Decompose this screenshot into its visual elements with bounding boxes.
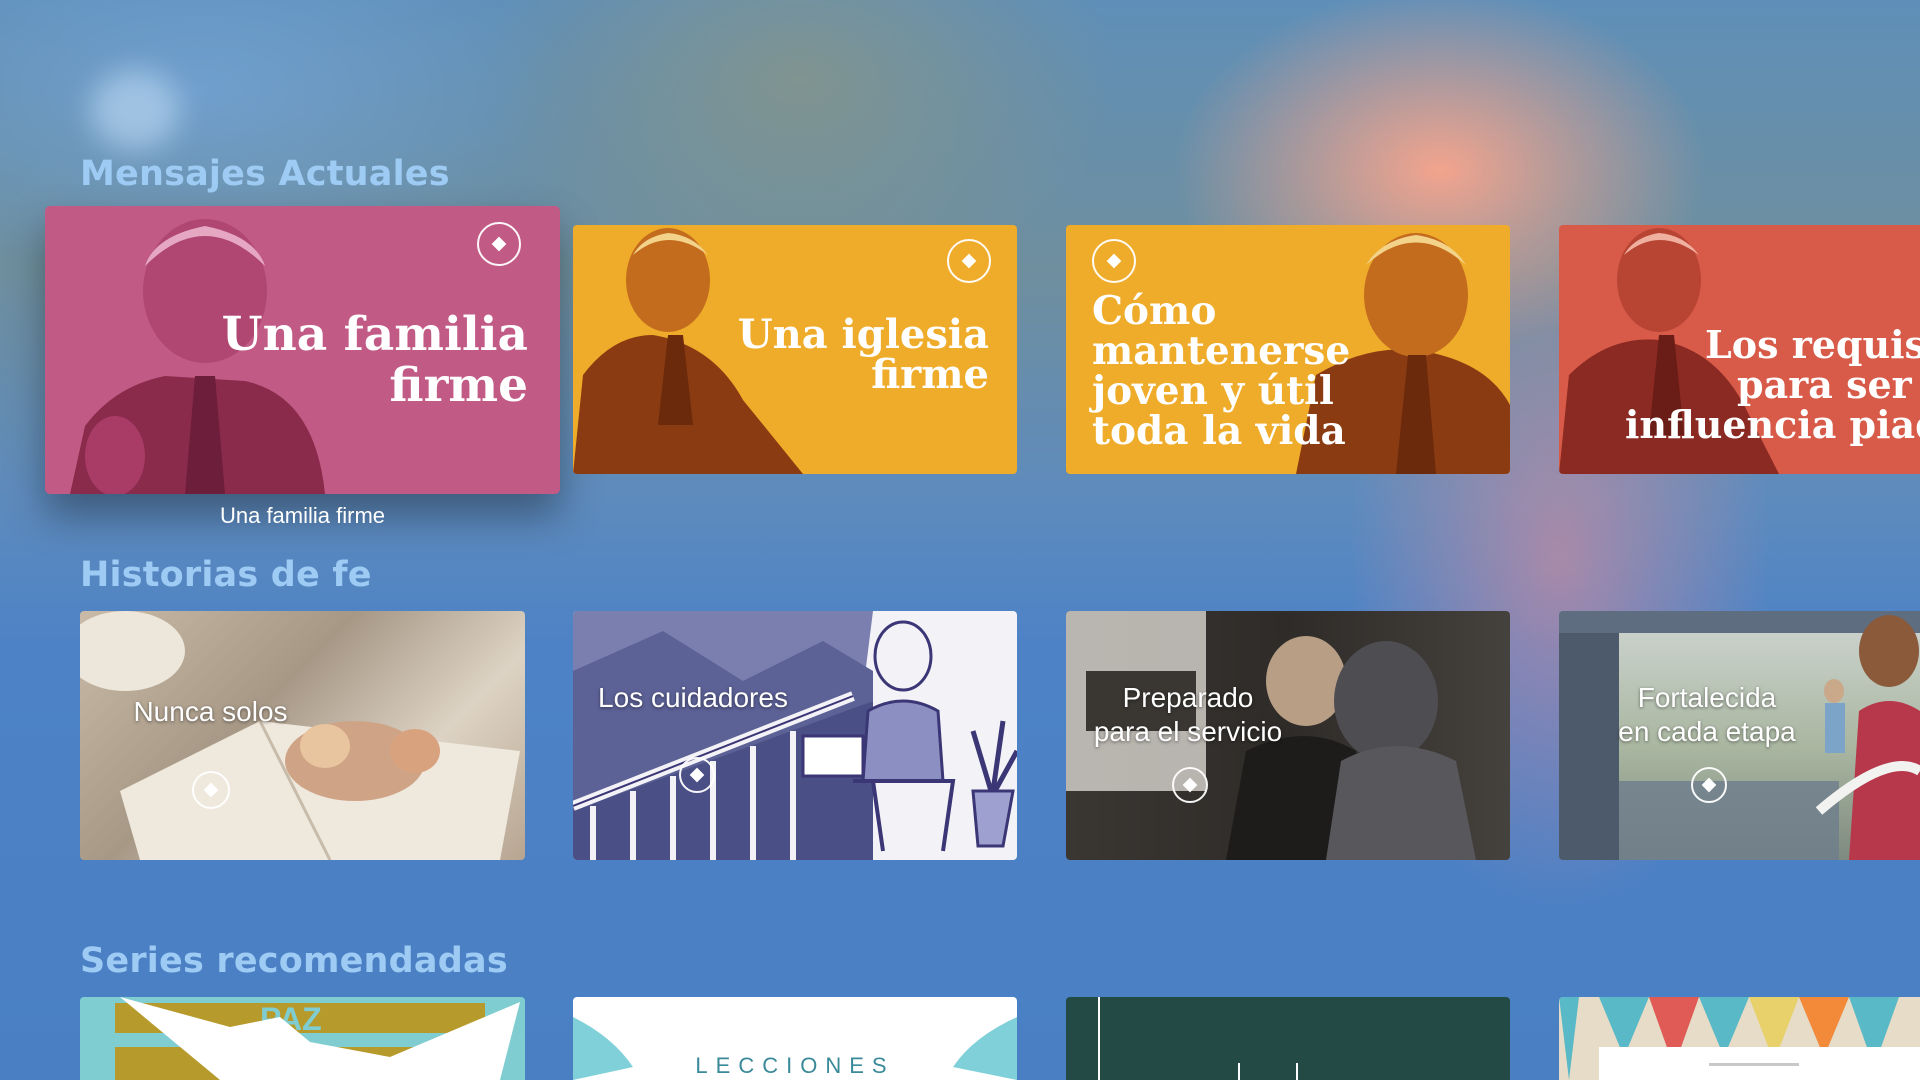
tile-hero-title: Una iglesia firme xyxy=(737,311,989,398)
section-title-historias-de-fe: Historias de fe xyxy=(80,555,372,595)
story-tile-preparado-para-el-servicio[interactable]: Preparado para el servicio xyxy=(1066,611,1510,860)
series-line xyxy=(1296,1063,1298,1080)
story-title: Los cuidadores xyxy=(598,682,788,713)
series-tile-4[interactable] xyxy=(1559,997,1920,1080)
tile-hero-title: Una familia firme xyxy=(221,307,528,413)
tile-hero-title: Los requisi para ser u influencia piado xyxy=(1625,322,1920,447)
series-tile-paz[interactable]: PAZ xyxy=(80,997,525,1080)
bible-image xyxy=(80,611,520,860)
series-line xyxy=(1238,1063,1240,1080)
tile-hero-title: Cómo mantenerse joven y útil toda la vid… xyxy=(1092,288,1351,455)
story-title: Nunca solos xyxy=(133,696,288,727)
message-tile-una-iglesia-firme[interactable]: Una iglesia firme xyxy=(573,225,1017,474)
series-tile-lecciones[interactable]: LECCIONES xyxy=(573,997,1017,1080)
dove-logo-icon xyxy=(192,771,230,809)
message-tile-como-mantenerse-joven[interactable]: Cómo mantenerse joven y útil toda la vid… xyxy=(1066,225,1510,474)
story-title: Fortalecida en cada etapa xyxy=(1618,682,1796,747)
series-tile-3[interactable] xyxy=(1066,997,1510,1080)
dove-logo-icon xyxy=(1092,239,1136,283)
section-title-series-recomendadas: Series recomendadas xyxy=(80,941,508,981)
story-tile-fortalecida-en-cada-etapa[interactable]: Fortalecida en cada etapa xyxy=(1559,611,1920,860)
message-tile-una-familia-firme[interactable]: Una familia firme xyxy=(45,206,560,494)
dove-logo-icon xyxy=(1172,767,1208,803)
series-title: LECCIONES xyxy=(695,1053,895,1078)
dove-logo-icon xyxy=(1691,767,1727,803)
illustration-image xyxy=(573,611,1017,860)
story-title: Preparado para el servicio xyxy=(1093,682,1283,747)
dove-image xyxy=(120,997,520,1080)
section-title-mensajes-actuales: Mensajes Actuales xyxy=(80,154,450,194)
story-tile-los-cuidadores[interactable]: Los cuidadores xyxy=(573,611,1017,860)
series-line xyxy=(1098,997,1100,1080)
dove-logo-icon xyxy=(947,239,991,283)
dove-logo-icon xyxy=(679,757,715,793)
message-tile-los-requisitos[interactable]: Los requisi para ser u influencia piado xyxy=(1559,225,1920,474)
story-tile-nunca-solos[interactable]: Nunca solos xyxy=(80,611,525,860)
dove-logo-icon xyxy=(477,222,521,266)
pattern-image xyxy=(1559,997,1920,1080)
focused-item-label: Una familia firme xyxy=(219,503,386,528)
background-glow xyxy=(90,70,180,150)
